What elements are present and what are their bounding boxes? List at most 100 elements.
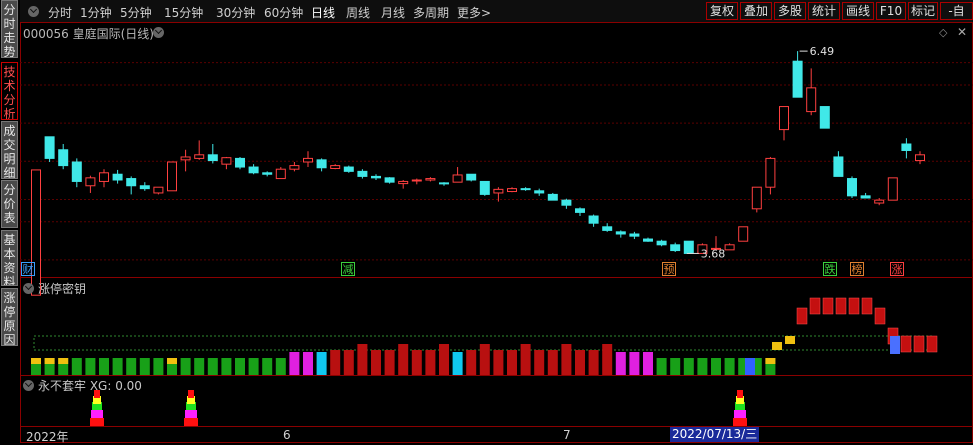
candle-body-48 [670, 244, 681, 252]
key-bar-lower-39 [547, 350, 558, 375]
left-tab-4[interactable]: 分价表 [1, 180, 18, 228]
xaxis-label-year: 2022年 [26, 430, 69, 444]
candle-body-7 [112, 173, 123, 181]
chart-frame [20, 22, 973, 443]
toolbar-button-3[interactable]: 多股 [774, 2, 806, 20]
close-icon[interactable]: ✕ [957, 25, 967, 39]
key-bar-lower-41 [575, 350, 585, 375]
candle-body-19 [275, 168, 286, 180]
candle-body-6 [99, 172, 109, 182]
kline-chart[interactable]: 6.49 3.68 [20, 22, 973, 443]
candle-body-9 [139, 185, 150, 190]
key-bar-lower-cap-2 [44, 358, 55, 364]
period-tab-5[interactable]: 30分钟 [216, 4, 255, 21]
panel2-dropdown-icon[interactable] [23, 283, 34, 294]
key-bar-lower-37 [520, 344, 531, 375]
chart-settings-icon[interactable]: ◇ [939, 26, 947, 39]
period-tab-6[interactable]: 60分钟 [264, 4, 303, 21]
panel3-dropdown-icon[interactable] [23, 380, 34, 391]
key-bar-upper-3 [835, 297, 847, 315]
period-tab-7[interactable]: 日线 [311, 4, 335, 21]
event-marker-3[interactable]: 预 [662, 262, 676, 276]
key-bar-lower-8 [126, 358, 137, 375]
key-bar-lower-36 [507, 350, 517, 375]
candle-body-10 [153, 186, 164, 194]
key-bar-lower-40 [561, 344, 572, 375]
candle-body-31 [439, 182, 449, 185]
cursor-date-label: 2022/07/13/三 [670, 427, 760, 442]
xaxis-label-july: 7 [563, 428, 571, 442]
candle-body-13 [194, 154, 205, 159]
left-tab-1[interactable]: 分时走势 [1, 0, 18, 58]
key-special-1 [772, 342, 782, 350]
key-bar-lower-33 [466, 350, 477, 375]
key-bar-lower-cap-3 [58, 358, 69, 364]
signal-2-layer-1 [184, 418, 198, 426]
key-bar-lower-46 [643, 352, 653, 375]
key-bar-upper-11 [926, 335, 938, 353]
candle-body-40 [561, 199, 572, 206]
key-bar-upper-9 [900, 335, 912, 353]
candle-body-15 [221, 157, 232, 165]
left-tab-6[interactable]: 涨停原因 [1, 288, 18, 346]
candle-body-37 [520, 188, 531, 191]
collapse-icon[interactable] [28, 6, 39, 17]
candle-body-20 [289, 165, 300, 170]
event-marker-2[interactable]: 减 [341, 262, 355, 276]
key-bar-lower-30 [425, 350, 436, 375]
period-tab-11[interactable]: 更多> [457, 4, 491, 21]
signal-2-layer-5 [188, 390, 194, 398]
candle-body-54 [751, 186, 762, 210]
key-bar-lower-28 [398, 344, 409, 375]
left-tab-5[interactable]: 基本资料 [1, 230, 18, 286]
key-bar-lower-25 [357, 344, 368, 375]
signal-3-layer-2 [734, 410, 746, 418]
event-marker-6[interactable]: 涨 [890, 262, 904, 276]
key-bar-lower-4 [71, 358, 82, 375]
title-dropdown-icon[interactable] [153, 27, 164, 38]
key-special-3 [745, 358, 755, 375]
candle-body-41 [575, 208, 585, 213]
period-tab-2[interactable]: 1分钟 [80, 4, 112, 21]
candle-body-25 [357, 170, 368, 177]
candle-body-52 [724, 244, 735, 251]
candle-body-22 [316, 159, 327, 169]
toolbar-button-1[interactable]: 复权 [706, 2, 738, 20]
candle-body-8 [126, 178, 137, 187]
candle-body-2 [44, 136, 55, 159]
key-bar-lower-26 [371, 350, 381, 375]
toolbar-button-6[interactable]: F10 [876, 2, 906, 20]
xaxis-label-june: 6 [283, 428, 291, 442]
key-bar-lower-24 [343, 350, 354, 375]
period-tab-8[interactable]: 周线 [346, 4, 370, 21]
key-bar-lower-5 [85, 358, 96, 375]
event-marker-4[interactable]: 跌 [823, 262, 837, 276]
candle-body-63 [874, 199, 885, 204]
key-bar-lower-34 [479, 344, 490, 375]
toolbar-button-4[interactable]: 统计 [808, 2, 840, 20]
left-tab-2[interactable]: 技术分析 [1, 62, 18, 120]
period-tab-1[interactable]: 分时 [48, 4, 72, 21]
key-bar-lower-51 [711, 358, 721, 375]
key-bar-lower-50 [697, 358, 708, 375]
period-tab-9[interactable]: 月线 [381, 4, 405, 21]
key-bar-lower-49 [683, 358, 694, 375]
toolbar-button-7[interactable]: 标记 [908, 2, 938, 20]
candle-body-17 [248, 166, 259, 174]
key-bar-lower-47 [656, 358, 667, 375]
key-bar-lower-48 [670, 358, 681, 375]
left-tab-3[interactable]: 成交明细 [1, 121, 18, 179]
candle-body-39 [547, 193, 558, 201]
event-marker-5[interactable]: 榜 [850, 262, 864, 276]
event-marker-1[interactable]: 财 [21, 262, 35, 276]
key-bar-upper-5 [861, 297, 873, 315]
toolbar-button-2[interactable]: 叠加 [740, 2, 772, 20]
toolbar-button-5[interactable]: 画线 [842, 2, 874, 20]
period-tab-3[interactable]: 5分钟 [120, 4, 152, 21]
period-tab-4[interactable]: 15分钟 [164, 4, 203, 21]
candle-body-57 [792, 60, 803, 98]
toolbar-button-8[interactable]: -自 [940, 2, 973, 20]
candle-body-16 [235, 157, 245, 168]
key-bar-lower-6 [99, 358, 109, 375]
period-tab-10[interactable]: 多周期 [413, 4, 449, 21]
